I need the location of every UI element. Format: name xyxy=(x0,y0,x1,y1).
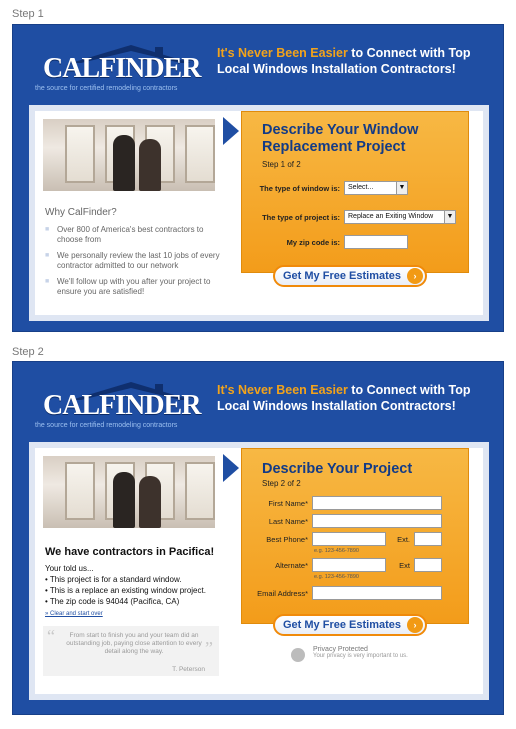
window-pane xyxy=(65,125,95,183)
clear-and-start-over-link[interactable]: » Clear and start over xyxy=(45,611,103,617)
window-type-label: The type of window is: xyxy=(259,184,340,193)
summary-title: We have contractors in Pacifica! xyxy=(45,546,215,558)
privacy-notice: Privacy Protected Your privacy is very i… xyxy=(313,646,408,659)
phone-hint: e.g. 123-456-7890 xyxy=(314,548,359,554)
logo-tagline: the source for certified remodeling cont… xyxy=(35,422,178,429)
testimonial-text: From start to finish you and your team d… xyxy=(66,632,202,655)
get-free-estimates-button[interactable]: Get My Free Estimates › xyxy=(273,265,427,287)
best-phone-input[interactable] xyxy=(312,532,386,546)
open-quote-icon: “ xyxy=(47,626,55,646)
headline-highlight: It's Never Been Easier xyxy=(217,383,348,397)
form-title: Describe Your Window Replacement Project xyxy=(262,122,418,156)
step-2-panel: CALFINDER the source for certified remod… xyxy=(12,361,504,715)
testimonial-author: T. Peterson xyxy=(172,666,205,673)
alternate-phone-input[interactable] xyxy=(312,558,386,572)
logo-text: CALFINDER xyxy=(43,390,201,421)
cta-label: Get My Free Estimates xyxy=(283,619,401,631)
alternate-ext-input[interactable] xyxy=(414,558,442,572)
header: CALFINDER the source for certified remod… xyxy=(13,362,503,440)
headline: It's Never Been Easier to Connect with T… xyxy=(217,45,497,77)
window-type-value: Select... xyxy=(348,184,374,191)
step-1-panel: CALFINDER the source for certified remod… xyxy=(12,24,504,332)
project-type-label: The type of project is: xyxy=(262,213,340,222)
alternate-ext-label: Ext xyxy=(399,561,410,570)
bullet-item: We'll follow up with you after your proj… xyxy=(45,277,221,297)
step-1-label: Step 1 xyxy=(12,8,44,20)
arrow-right-icon: › xyxy=(407,268,423,284)
logo-text: CALFINDER xyxy=(43,53,201,84)
privacy-subtitle: Your privacy is very important to us. xyxy=(313,653,408,659)
first-name-input[interactable] xyxy=(312,496,442,510)
project-type-value: Replace an Exiting Window xyxy=(348,213,434,220)
first-name-label: First Name* xyxy=(268,499,308,508)
window-pane xyxy=(65,462,95,520)
zip-code-input[interactable] xyxy=(344,235,408,249)
content-card: Why CalFinder? Over 800 of America's bes… xyxy=(29,105,489,321)
email-input[interactable] xyxy=(312,586,442,600)
pointer-arrow-icon xyxy=(223,117,239,145)
privacy-title: Privacy Protected xyxy=(313,646,368,653)
testimonial: “ From start to finish you and your team… xyxy=(43,626,219,676)
alternate-phone-hint: e.g. 123-456-7890 xyxy=(314,574,359,580)
phone-ext-input[interactable] xyxy=(414,532,442,546)
person-figure xyxy=(113,472,135,528)
couple-window-photo xyxy=(43,456,215,528)
form-title-line-2: Replacement Project xyxy=(262,139,406,155)
form-title-line-1: Describe Your Window xyxy=(262,122,419,138)
step-indicator: Step 2 of 2 xyxy=(262,479,301,488)
step-2-label: Step 2 xyxy=(12,346,44,358)
content-card: We have contractors in Pacifica! Your to… xyxy=(29,442,489,700)
window-type-select[interactable]: Select... ▼ xyxy=(344,181,408,195)
person-figure xyxy=(139,476,161,528)
last-name-input[interactable] xyxy=(312,514,442,528)
logo[interactable]: CALFINDER the source for certified remod… xyxy=(33,380,213,432)
summary-line: • This is a replace an existing window p… xyxy=(45,586,206,595)
dropdown-arrow-icon: ▼ xyxy=(444,211,455,223)
email-label: Email Address* xyxy=(257,589,308,598)
person-figure xyxy=(139,139,161,191)
get-free-estimates-button[interactable]: Get My Free Estimates › xyxy=(273,614,427,636)
window-pane xyxy=(185,125,215,183)
summary-line: • This project is for a standard window. xyxy=(45,575,182,584)
cta-label: Get My Free Estimates xyxy=(283,270,401,282)
dropdown-arrow-icon: ▼ xyxy=(396,182,407,194)
couple-window-photo xyxy=(43,119,215,191)
logo[interactable]: CALFINDER the source for certified remod… xyxy=(33,43,213,95)
step-indicator: Step 1 of 2 xyxy=(262,160,301,169)
arrow-right-icon: › xyxy=(407,617,423,633)
last-name-label: Last Name* xyxy=(268,517,308,526)
alternate-phone-label: Alternate* xyxy=(275,561,308,570)
close-quote-icon: ” xyxy=(205,638,213,658)
zip-code-label: My zip code is: xyxy=(286,238,340,247)
form-title: Describe Your Project xyxy=(262,461,413,477)
header: CALFINDER the source for certified remod… xyxy=(13,25,503,103)
pointer-arrow-icon xyxy=(223,454,239,482)
step-1-form: Describe Your Window Replacement Project… xyxy=(241,111,469,273)
window-pane xyxy=(185,462,215,520)
phone-ext-label: Ext. xyxy=(397,535,410,544)
why-calfinder-title: Why CalFinder? xyxy=(45,207,117,218)
bullet-item: Over 800 of America's best contractors t… xyxy=(45,225,221,245)
bullet-item: We personally review the last 10 jobs of… xyxy=(45,251,221,271)
best-phone-label: Best Phone* xyxy=(266,535,308,544)
lock-icon xyxy=(291,648,305,662)
step-2-form: Describe Your Project Step 2 of 2 First … xyxy=(241,448,469,624)
summary-line: Your told us... xyxy=(45,564,94,573)
headline-highlight: It's Never Been Easier xyxy=(217,46,348,60)
person-figure xyxy=(113,135,135,191)
summary-line: • The zip code is 94044 (Pacifica, CA) xyxy=(45,597,180,606)
headline: It's Never Been Easier to Connect with T… xyxy=(217,382,497,414)
project-type-select[interactable]: Replace an Exiting Window ▼ xyxy=(344,210,456,224)
logo-tagline: the source for certified remodeling cont… xyxy=(35,85,178,92)
